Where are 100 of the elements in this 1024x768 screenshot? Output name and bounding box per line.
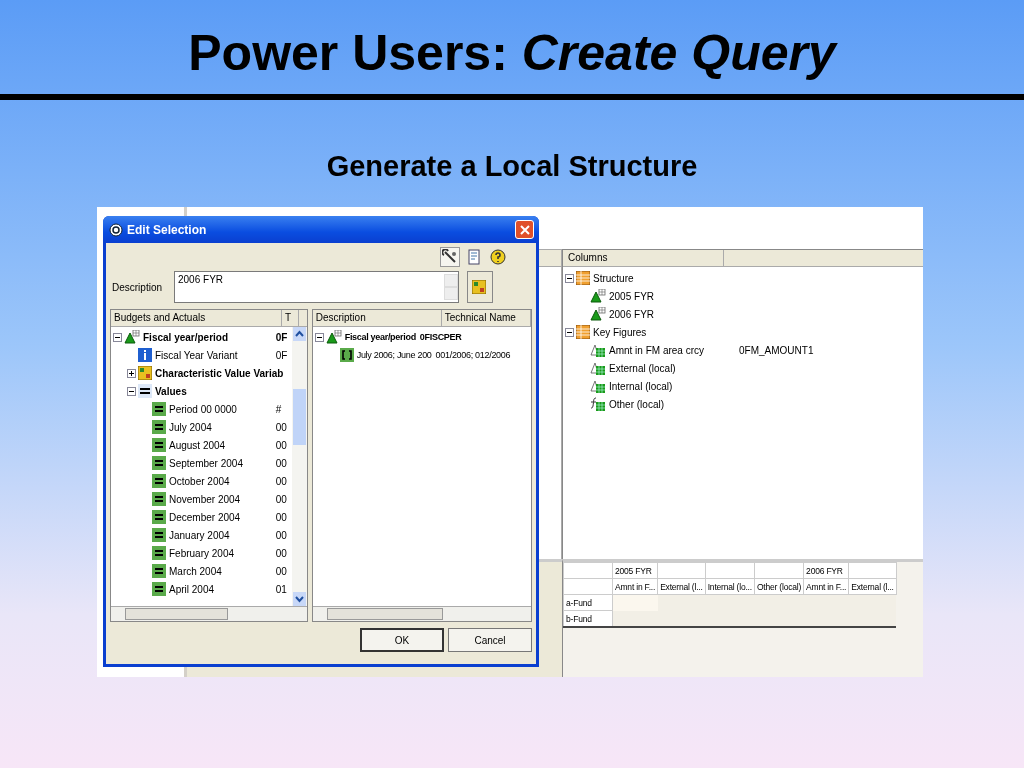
tree-item[interactable]: November 2004: [169, 493, 276, 505]
tree-item[interactable]: Fiscal year/period: [344, 332, 416, 342]
formula-icon: [590, 397, 606, 411]
collapse-toggle[interactable]: [565, 327, 576, 337]
equals-icon: [152, 456, 166, 470]
code-text: 01: [275, 583, 288, 595]
tree-item[interactable]: March 2004: [169, 565, 276, 577]
tree-item[interactable]: December 2004: [169, 511, 276, 523]
wrench-icon: [442, 249, 458, 265]
tree-item[interactable]: Characteristic Value Variab: [155, 367, 292, 379]
tree-item[interactable]: Other (local): [609, 398, 733, 410]
code-text: 00: [275, 439, 288, 451]
tree-item[interactable]: October 2004: [169, 475, 276, 487]
scroll-thumb[interactable]: [292, 388, 306, 445]
tree-item[interactable]: February 2004: [169, 547, 276, 559]
help-icon: [490, 249, 506, 265]
tree-item[interactable]: 2005 FYR: [609, 290, 733, 302]
equals-icon: [152, 492, 166, 506]
tree-item[interactable]: Structure: [593, 272, 717, 284]
tree-item[interactable]: September 2004: [169, 457, 276, 469]
code-text: 00: [275, 457, 288, 469]
grid-header-cell: 2006 FYR: [803, 562, 849, 579]
column-header[interactable]: T: [282, 310, 299, 326]
code-text: 0FM_AMOUNT1: [739, 344, 814, 356]
table-icon: [576, 271, 590, 285]
code-text: 00: [275, 529, 288, 541]
code-text: 00: [275, 493, 288, 505]
description-label: Description: [111, 281, 164, 293]
code-text: 00: [275, 565, 288, 577]
grid-header-cell: [848, 562, 897, 579]
tree-item[interactable]: January 2004: [169, 529, 276, 541]
grid-header-cell: [705, 562, 755, 579]
expand-toggle[interactable]: [127, 368, 138, 378]
key-figure-icon: [590, 343, 606, 357]
collapse-toggle[interactable]: [127, 386, 138, 396]
scroll-down-icon[interactable]: [292, 592, 306, 606]
code-text: 00: [275, 547, 288, 559]
key-figure-icon: [590, 361, 606, 375]
column-header[interactable]: Description: [312, 310, 442, 326]
help-button[interactable]: [488, 247, 508, 267]
code-text: 00: [275, 475, 288, 487]
equals-icon: [152, 582, 166, 596]
tree-item[interactable]: April 2004: [169, 583, 276, 595]
dialog-button[interactable]: Cancel: [448, 628, 532, 652]
close-icon: [518, 223, 531, 236]
description-field[interactable]: 2006 FYR: [174, 271, 459, 303]
equals-icon: [152, 528, 166, 542]
code-text: #: [275, 403, 283, 415]
tree-item[interactable]: August 2004: [169, 439, 276, 451]
horizontal-scrollbar[interactable]: [111, 606, 307, 621]
triangle-grid-icon: [325, 330, 342, 344]
tree-item[interactable]: Values: [155, 385, 292, 397]
app-icon: [109, 222, 123, 237]
collapse-toggle[interactable]: [565, 273, 576, 283]
tree-item[interactable]: Amnt in FM area crcy: [609, 344, 733, 356]
equals-icon: [152, 420, 166, 434]
collapse-toggle[interactable]: [314, 332, 326, 342]
collapse-toggle[interactable]: [113, 332, 124, 342]
equals-icon: [152, 402, 166, 416]
tools-button[interactable]: [440, 247, 460, 267]
info-icon: [138, 348, 152, 362]
calculator-icon: [138, 366, 152, 380]
tree-item[interactable]: 2006 FYR: [609, 308, 733, 320]
equals-icon: [152, 474, 166, 488]
slide-title: Power Users: Create Query: [188, 24, 836, 83]
triangle-grid-icon: [590, 307, 606, 321]
window-title: Edit Selection: [127, 222, 207, 237]
horizontal-scrollbar[interactable]: [312, 606, 531, 621]
tree-item[interactable]: Key Figures: [593, 326, 717, 338]
table-icon: [576, 325, 590, 339]
variable-button[interactable]: [467, 271, 493, 303]
code-text: 00: [275, 511, 288, 523]
equals-icon: [138, 384, 152, 398]
scroll-up-icon[interactable]: [292, 327, 306, 341]
triangle-grid-icon: [590, 289, 606, 303]
code-text: 00: [275, 421, 288, 433]
grid-header-cell: [657, 562, 706, 579]
tree-item[interactable]: Fiscal Year Variant: [155, 349, 276, 361]
equals-icon: [152, 564, 166, 578]
tree-item[interactable]: Period 00 0000: [169, 403, 276, 415]
code-text: 001/2006; 012/2006: [435, 350, 511, 360]
equals-icon: [152, 510, 166, 524]
tree-item[interactable]: July 2004: [169, 421, 276, 433]
code-text: 0FISCPER: [419, 332, 462, 342]
tree-item[interactable]: External (local): [609, 362, 733, 374]
tree-item[interactable]: July 2006; June 200: [356, 350, 432, 360]
grid-header-cell: [754, 562, 804, 579]
slide-subtitle: Generate a Local Structure: [326, 149, 698, 184]
tree-item[interactable]: Fiscal year/period: [143, 331, 276, 343]
document-icon: [466, 249, 482, 265]
close-button[interactable]: [515, 220, 534, 239]
vertical-scrollbar[interactable]: [291, 327, 307, 606]
tree-item[interactable]: Internal (local): [609, 380, 733, 392]
column-header[interactable]: Budgets and Actuals: [111, 310, 282, 326]
dialog-button[interactable]: OK: [360, 628, 444, 652]
code-text: 0F: [275, 331, 289, 343]
calculator-icon: [471, 280, 486, 294]
key-figure-icon: [590, 379, 606, 393]
equals-icon: [152, 438, 166, 452]
column-header[interactable]: Technical Name: [441, 310, 531, 326]
